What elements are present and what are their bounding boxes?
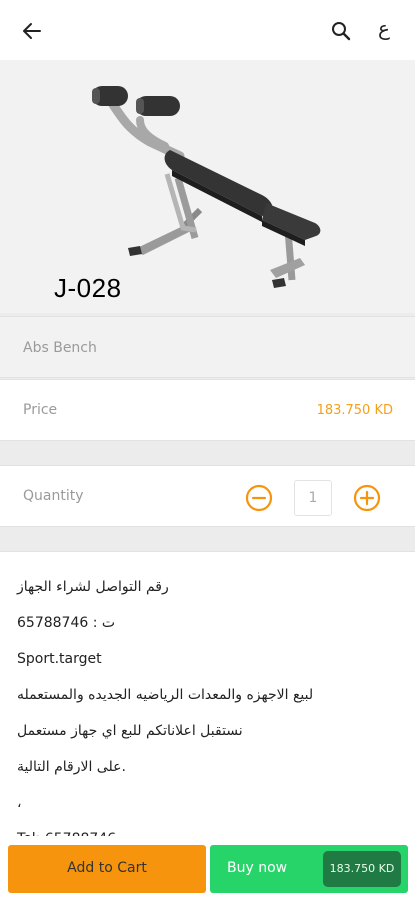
back-arrow-icon[interactable] bbox=[20, 19, 44, 43]
description-line: نستقبل اعلاناتكم للبع اي جهاز مستعمل bbox=[17, 723, 243, 739]
description-line: لبيع الاجهزه والمعدات الرياضيه الجديده و… bbox=[17, 687, 314, 703]
description-line: على الارقام التالية. bbox=[17, 759, 126, 775]
description-line: رقم التواصل لشراء الجهاز bbox=[17, 579, 169, 595]
buy-now-button[interactable]: Buy now 183.750 KD bbox=[210, 845, 408, 893]
bottom-action-bar: Add to Cart Buy now 183.750 KD bbox=[0, 836, 415, 900]
model-code: J-028 bbox=[54, 273, 122, 303]
buy-now-price-badge: 183.750 KD bbox=[323, 851, 401, 887]
price-row: Price 183.750 KD bbox=[0, 379, 415, 441]
decrease-quantity-icon[interactable] bbox=[245, 484, 273, 512]
quantity-row: Quantity 1 bbox=[0, 465, 415, 527]
description-line: ت : 65788746 bbox=[17, 615, 116, 631]
add-to-cart-button[interactable]: Add to Cart bbox=[8, 845, 206, 893]
price-value: 183.750 KD bbox=[316, 403, 393, 418]
search-icon[interactable] bbox=[329, 19, 353, 43]
product-description: رقم التواصل لشراء الجهاز ت : 65788746 Sp… bbox=[0, 551, 415, 841]
product-name-row: Abs Bench bbox=[0, 316, 415, 378]
top-app-bar: ع bbox=[0, 0, 415, 60]
product-name: Abs Bench bbox=[23, 340, 97, 356]
quantity-input[interactable]: 1 bbox=[294, 480, 332, 516]
price-label: Price bbox=[23, 402, 58, 418]
quantity-label: Quantity bbox=[23, 488, 84, 504]
product-image: J-028 bbox=[0, 60, 415, 313]
language-toggle-button[interactable]: ع bbox=[372, 16, 396, 46]
product-detail-page: ع J-028 Abs Bench Price 183.750 KD Quant… bbox=[0, 0, 415, 900]
description-line: ، bbox=[17, 795, 22, 811]
buy-now-label: Buy now bbox=[227, 860, 288, 876]
description-line: Sport.target bbox=[17, 651, 102, 667]
add-to-cart-label: Add to Cart bbox=[67, 860, 147, 876]
increase-quantity-icon[interactable] bbox=[353, 484, 381, 512]
